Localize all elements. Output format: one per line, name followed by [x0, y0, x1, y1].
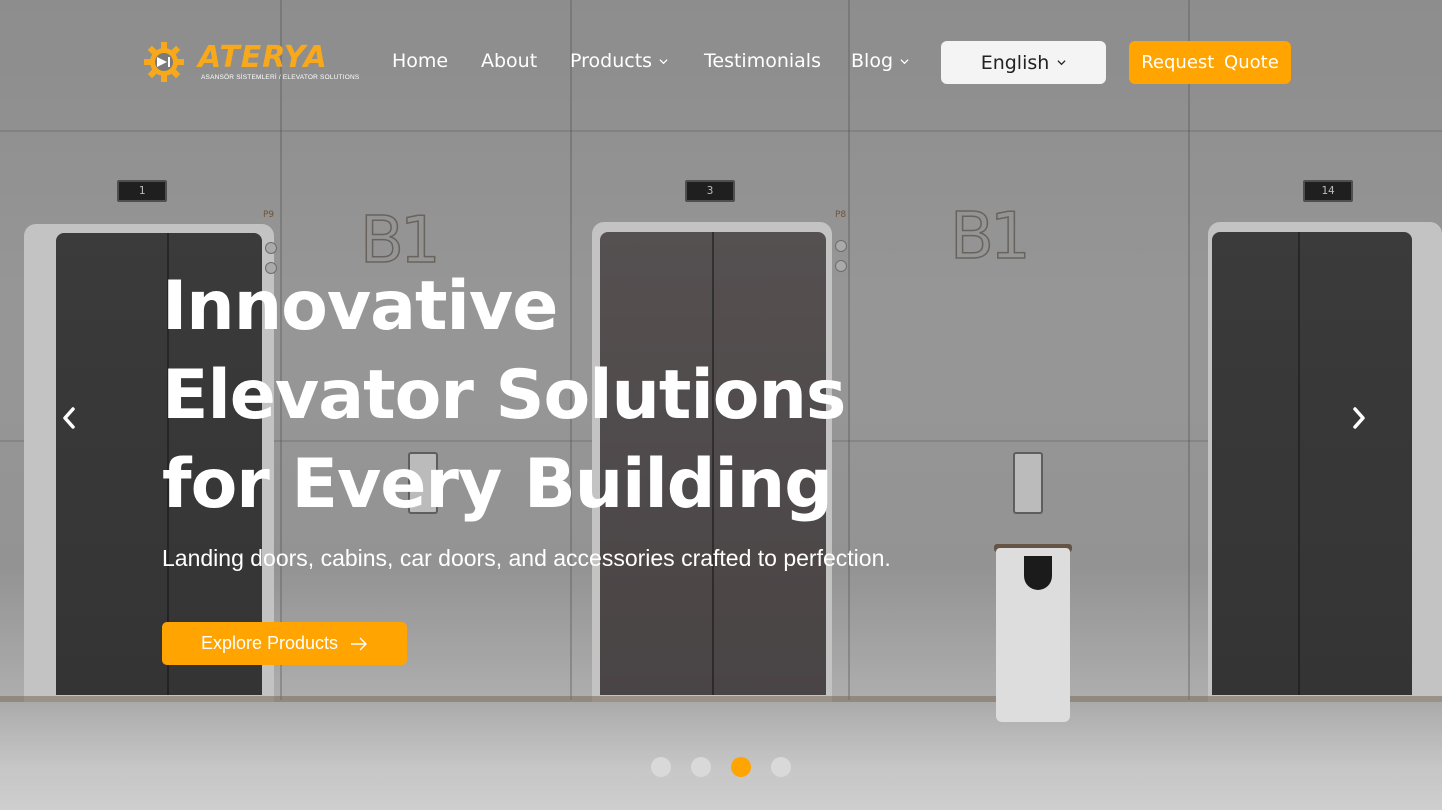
site-header: ATERYA ASANSÖR SİSTEMLERİ / ELEVATOR SOL… — [0, 0, 1442, 126]
slider-pagination — [651, 757, 791, 777]
hero-title: Innovative Elevator Solutions for Every … — [162, 262, 922, 529]
request-quote-label: Request Quote — [1141, 52, 1279, 73]
arrow-right-icon — [351, 637, 368, 650]
nav-item-blog[interactable]: Blog — [851, 50, 909, 72]
slider-dot[interactable] — [731, 757, 751, 777]
nav-item-label: Products — [570, 50, 653, 72]
nav-item-label: Testimonials — [704, 50, 821, 72]
chevron-down-icon — [659, 58, 668, 64]
hero-subtitle: Landing doors, cabins, car doors, and ac… — [162, 545, 891, 571]
explore-products-button[interactable]: Explore Products — [162, 622, 407, 665]
nav-item-label: Blog — [851, 50, 893, 72]
nav-item-label: Home — [392, 50, 449, 72]
slider-dot[interactable] — [691, 757, 711, 777]
slider-dot[interactable] — [651, 757, 671, 777]
slider-next-button[interactable] — [1341, 400, 1377, 436]
nav-item-products[interactable]: Products — [570, 50, 668, 72]
nav-item-label: About — [481, 50, 538, 72]
chevron-down-icon — [1057, 60, 1066, 66]
nav-item-home[interactable]: Home — [392, 50, 448, 72]
hero-title-line: Elevator Solutions — [162, 356, 846, 435]
brand-wordmark: ATERYA — [198, 40, 328, 75]
explore-products-label: Explore Products — [200, 633, 339, 653]
nav-item-about[interactable]: About — [481, 50, 537, 72]
chevron-right-icon — [1353, 407, 1365, 429]
request-quote-button[interactable]: Request Quote — [1129, 41, 1291, 84]
brand-logo[interactable]: ATERYA ASANSÖR SİSTEMLERİ / ELEVATOR SOL… — [143, 40, 359, 86]
brand-tagline: ASANSÖR SİSTEMLERİ / ELEVATOR SOLUTIONS — [201, 74, 360, 81]
slider-dot[interactable] — [771, 757, 791, 777]
hero-title-line: for Every Building — [162, 445, 833, 524]
gear-play-icon — [144, 42, 184, 82]
chevron-left-icon — [63, 407, 75, 429]
slider-prev-button[interactable] — [51, 400, 87, 436]
hero-title-line: Innovative — [162, 267, 558, 346]
language-label: English — [980, 51, 1050, 74]
chevron-down-icon — [900, 58, 909, 64]
nav-item-testimonials[interactable]: Testimonials — [704, 50, 821, 72]
language-selector[interactable]: English — [941, 41, 1106, 84]
